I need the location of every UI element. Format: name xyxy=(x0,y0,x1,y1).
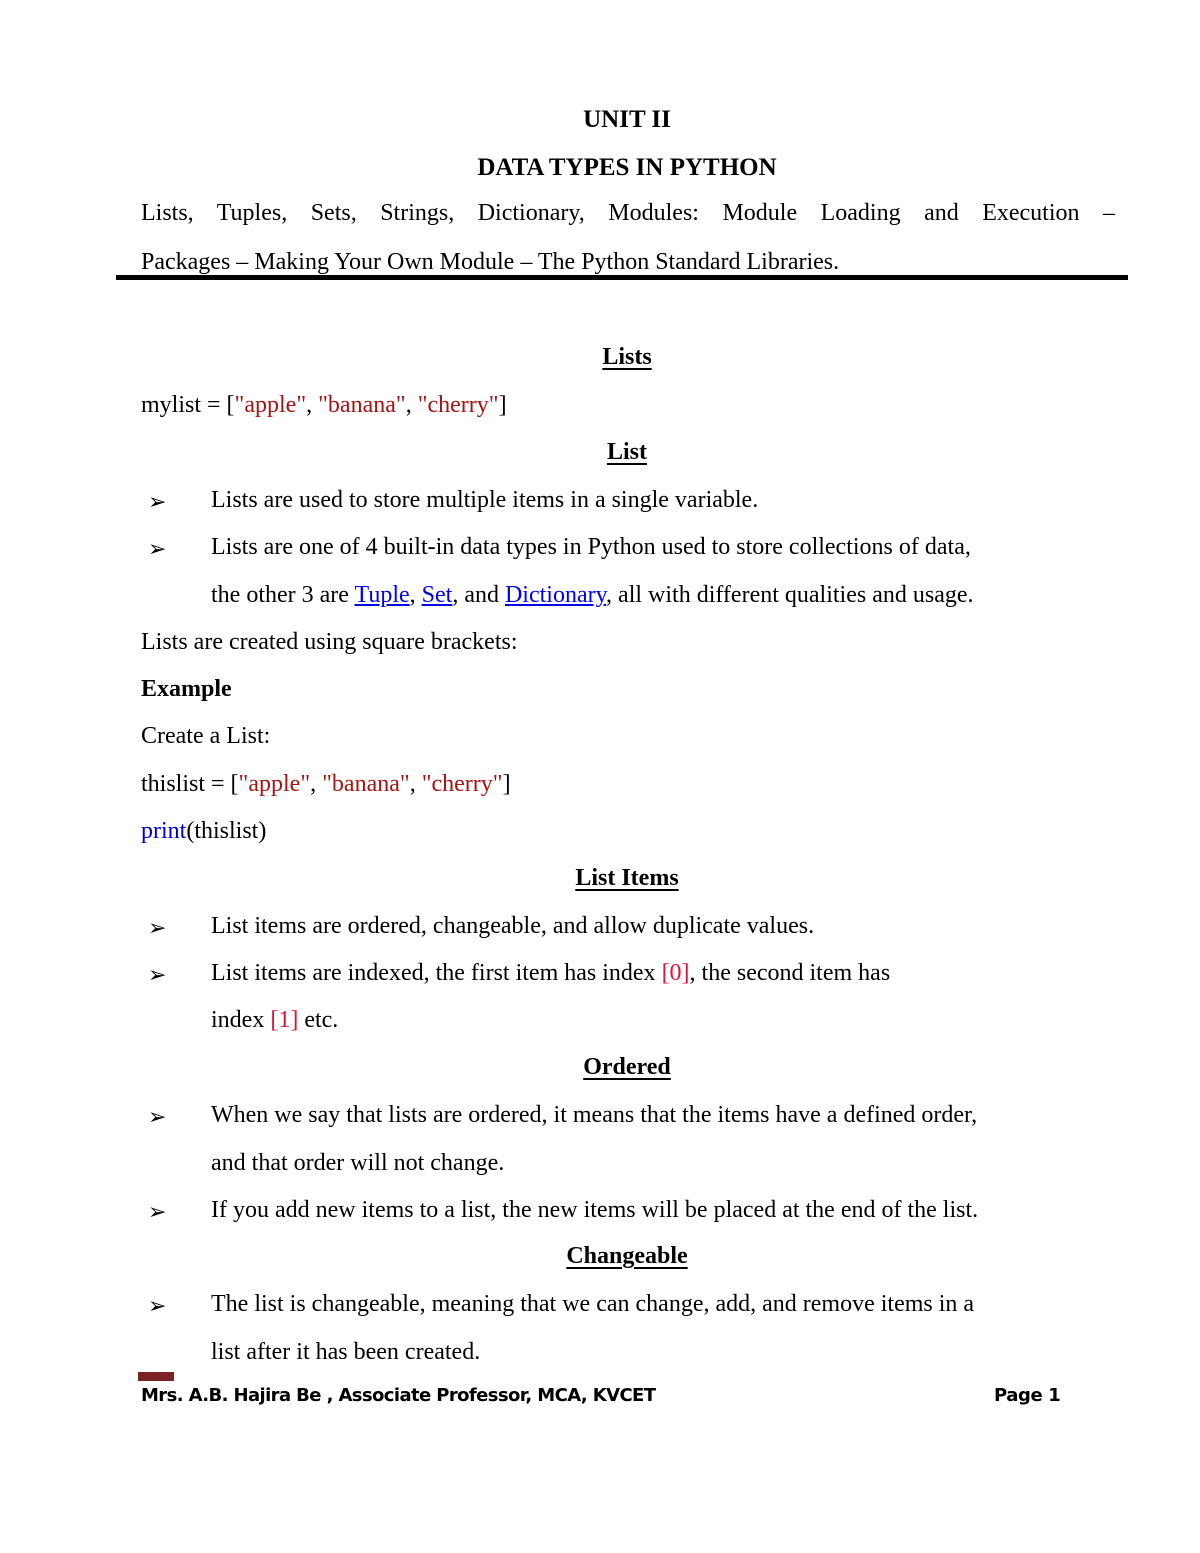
string-literal: "cherry" xyxy=(417,392,499,418)
code-mylist: mylist = ["apple", "banana", "cherry"] xyxy=(141,392,507,419)
created-text: Lists are created using square brackets: xyxy=(141,629,518,655)
footer-author: Mrs. A.B. Hajira Be , Associate Professo… xyxy=(141,1385,656,1406)
code-thislist: thislist = ["apple", "banana", "cherry"] xyxy=(141,771,511,798)
header-rule xyxy=(116,275,1128,280)
string-literal: "banana" xyxy=(322,771,410,797)
arrow-bullet-icon: ➢ xyxy=(148,915,167,940)
arrow-bullet-icon: ➢ xyxy=(148,1199,167,1224)
link-dictionary[interactable]: Dictionary xyxy=(505,582,606,608)
text: , and xyxy=(452,582,505,608)
ordered-bullet-1-line-1: When we say that lists are ordered, it m… xyxy=(211,1102,978,1128)
text: etc. xyxy=(298,1007,339,1033)
string-literal: "apple" xyxy=(238,771,311,797)
list-items-bullet-1: List items are ordered, changeable, and … xyxy=(211,913,815,939)
list-bullet-2-line-1: Lists are one of 4 built-in data types i… xyxy=(211,534,971,560)
list-items-bullet-2-line-1: List items are indexed, the first item h… xyxy=(211,960,890,987)
code-sep: , xyxy=(310,771,323,797)
list-bullet-2-line-2: the other 3 are Tuple, Set, and Dictiona… xyxy=(211,582,974,609)
ordered-bullet-1-line-2: and that order will not change. xyxy=(211,1150,505,1176)
code-var: mylist = [ xyxy=(141,392,235,418)
string-literal: "apple" xyxy=(234,392,307,418)
text: List items are indexed, the first item h… xyxy=(211,960,662,986)
heading-lists: Lists xyxy=(602,344,652,370)
heading-changeable: Changeable xyxy=(566,1243,688,1269)
string-literal: "cherry" xyxy=(421,771,503,797)
string-literal: "banana" xyxy=(318,392,406,418)
example-heading: Example xyxy=(141,676,232,702)
code-print: print(thislist) xyxy=(141,818,266,845)
document-page: UNIT II DATA TYPES IN PYTHON Lists, Tupl… xyxy=(0,0,1200,1553)
changeable-bullet-1-line-1: The list is changeable, meaning that we … xyxy=(211,1291,975,1317)
text: the other 3 are xyxy=(211,582,355,608)
code-sep: , xyxy=(306,392,319,418)
heading-list: List xyxy=(606,439,647,465)
footer-page-number: Page 1 xyxy=(994,1385,1061,1406)
unit-title: UNIT II xyxy=(583,106,671,133)
list-items-bullet-2-line-2: index [1] etc. xyxy=(211,1007,338,1034)
heading-list-items: List Items xyxy=(575,865,679,891)
keyword-print: print xyxy=(141,818,187,844)
arrow-bullet-icon: ➢ xyxy=(148,962,167,987)
text: , the second item has xyxy=(689,960,891,986)
code-args: (thislist) xyxy=(186,818,267,844)
create-text: Create a List: xyxy=(141,723,271,749)
arrow-bullet-icon: ➢ xyxy=(148,1104,167,1129)
text: , all with different qualities and usage… xyxy=(606,582,974,608)
index-literal: [0] xyxy=(661,960,690,986)
syllabus-line-1: Lists, Tuples, Sets, Strings, Dictionary… xyxy=(141,200,1115,226)
arrow-bullet-icon: ➢ xyxy=(148,489,167,514)
code-var: thislist = [ xyxy=(141,771,239,797)
link-tuple[interactable]: Tuple xyxy=(355,582,410,608)
footer-marker xyxy=(138,1372,174,1381)
arrow-bullet-icon: ➢ xyxy=(148,1293,167,1318)
text: , xyxy=(409,582,422,608)
link-set[interactable]: Set xyxy=(422,582,453,608)
syllabus-line-2: Packages – Making Your Own Module – The … xyxy=(141,249,840,275)
index-literal: [1] xyxy=(270,1007,299,1033)
list-bullet-1: Lists are used to store multiple items i… xyxy=(211,487,759,513)
code-end: ] xyxy=(502,771,511,797)
arrow-bullet-icon: ➢ xyxy=(148,536,167,561)
chapter-title: DATA TYPES IN PYTHON xyxy=(477,154,777,181)
code-sep: , xyxy=(405,392,418,418)
heading-ordered: Ordered xyxy=(583,1054,671,1080)
ordered-bullet-2: If you add new items to a list, the new … xyxy=(211,1197,979,1223)
changeable-bullet-1-line-2: list after it has been created. xyxy=(211,1339,481,1365)
code-end: ] xyxy=(498,392,507,418)
text: index xyxy=(211,1007,271,1033)
code-sep: , xyxy=(409,771,422,797)
